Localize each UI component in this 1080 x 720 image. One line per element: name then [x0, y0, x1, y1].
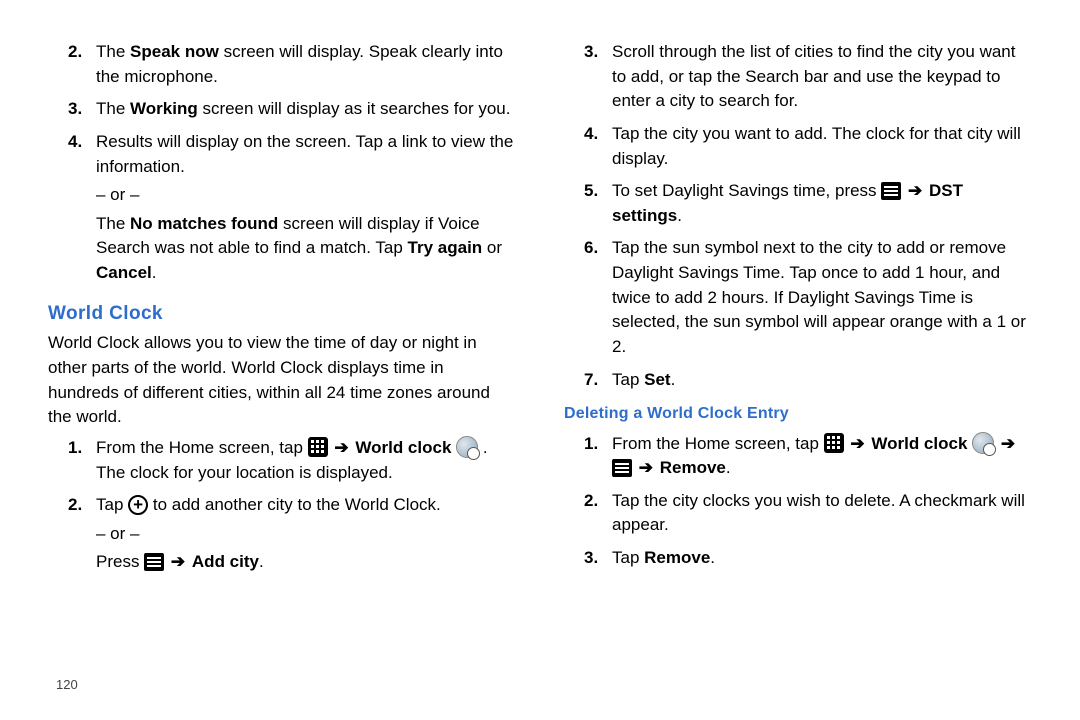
- menu-key-icon: [881, 182, 901, 200]
- apps-grid-icon: [308, 437, 328, 457]
- step-number: 2.: [68, 40, 82, 65]
- list-item: 7. Tap Set.: [612, 368, 1032, 393]
- arrow-icon: ➔: [906, 181, 924, 200]
- list-item: 2. The Speak now screen will display. Sp…: [96, 40, 516, 89]
- step-number: 7.: [584, 368, 598, 393]
- list-item: 5. To set Daylight Savings time, press ➔…: [612, 179, 1032, 228]
- section-heading-world-clock: World Clock: [48, 300, 516, 328]
- step-number: 3.: [68, 97, 82, 122]
- voice-search-steps: 2. The Speak now screen will display. Sp…: [48, 40, 516, 286]
- or-separator: – or –: [96, 183, 516, 208]
- page-number: 120: [56, 677, 78, 692]
- step-number: 2.: [68, 493, 82, 518]
- menu-key-icon: [144, 553, 164, 571]
- arrow-icon: ➔: [169, 552, 187, 571]
- step-number: 4.: [584, 122, 598, 147]
- plus-circle-icon: +: [128, 495, 148, 515]
- menu-key-icon: [612, 459, 632, 477]
- step-number: 1.: [584, 432, 598, 457]
- list-item: 2. Tap the city clocks you wish to delet…: [612, 489, 1032, 538]
- list-item: 3. Tap Remove.: [612, 546, 1032, 571]
- step-number: 3.: [584, 40, 598, 65]
- list-item: 4. Results will display on the screen. T…: [96, 130, 516, 286]
- subheading-deleting-entry: Deleting a World Clock Entry: [564, 402, 1032, 425]
- world-clock-icon: [456, 436, 478, 458]
- arrow-icon: ➔: [332, 438, 350, 457]
- list-item: 2. Tap + to add another city to the Worl…: [96, 493, 516, 575]
- world-clock-steps-cont: 3. Scroll through the list of cities to …: [564, 40, 1032, 392]
- arrow-icon: ➔: [999, 434, 1017, 453]
- left-column: 2. The Speak now screen will display. Sp…: [48, 36, 516, 710]
- list-item: 4. Tap the city you want to add. The clo…: [612, 122, 1032, 171]
- world-clock-intro: World Clock allows you to view the time …: [48, 331, 516, 430]
- list-item: 6. Tap the sun symbol next to the city t…: [612, 236, 1032, 359]
- apps-grid-icon: [824, 433, 844, 453]
- step-number: 4.: [68, 130, 82, 155]
- arrow-icon: ➔: [637, 458, 655, 477]
- right-column: 3. Scroll through the list of cities to …: [564, 36, 1032, 710]
- world-clock-steps: 1. From the Home screen, tap ➔ World clo…: [48, 436, 516, 575]
- step-number: 5.: [584, 179, 598, 204]
- list-item: 1. From the Home screen, tap ➔ World clo…: [96, 436, 516, 485]
- list-item: 3. Scroll through the list of cities to …: [612, 40, 1032, 114]
- list-item: 1. From the Home screen, tap ➔ World clo…: [612, 432, 1032, 481]
- or-separator: – or –: [96, 522, 516, 547]
- step-number: 6.: [584, 236, 598, 261]
- delete-world-clock-steps: 1. From the Home screen, tap ➔ World clo…: [564, 432, 1032, 571]
- manual-page: 2. The Speak now screen will display. Sp…: [0, 0, 1080, 720]
- step-number: 3.: [584, 546, 598, 571]
- step-number: 1.: [68, 436, 82, 461]
- world-clock-icon: [972, 432, 994, 454]
- arrow-icon: ➔: [848, 434, 866, 453]
- list-item: 3. The Working screen will display as it…: [96, 97, 516, 122]
- step-number: 2.: [584, 489, 598, 514]
